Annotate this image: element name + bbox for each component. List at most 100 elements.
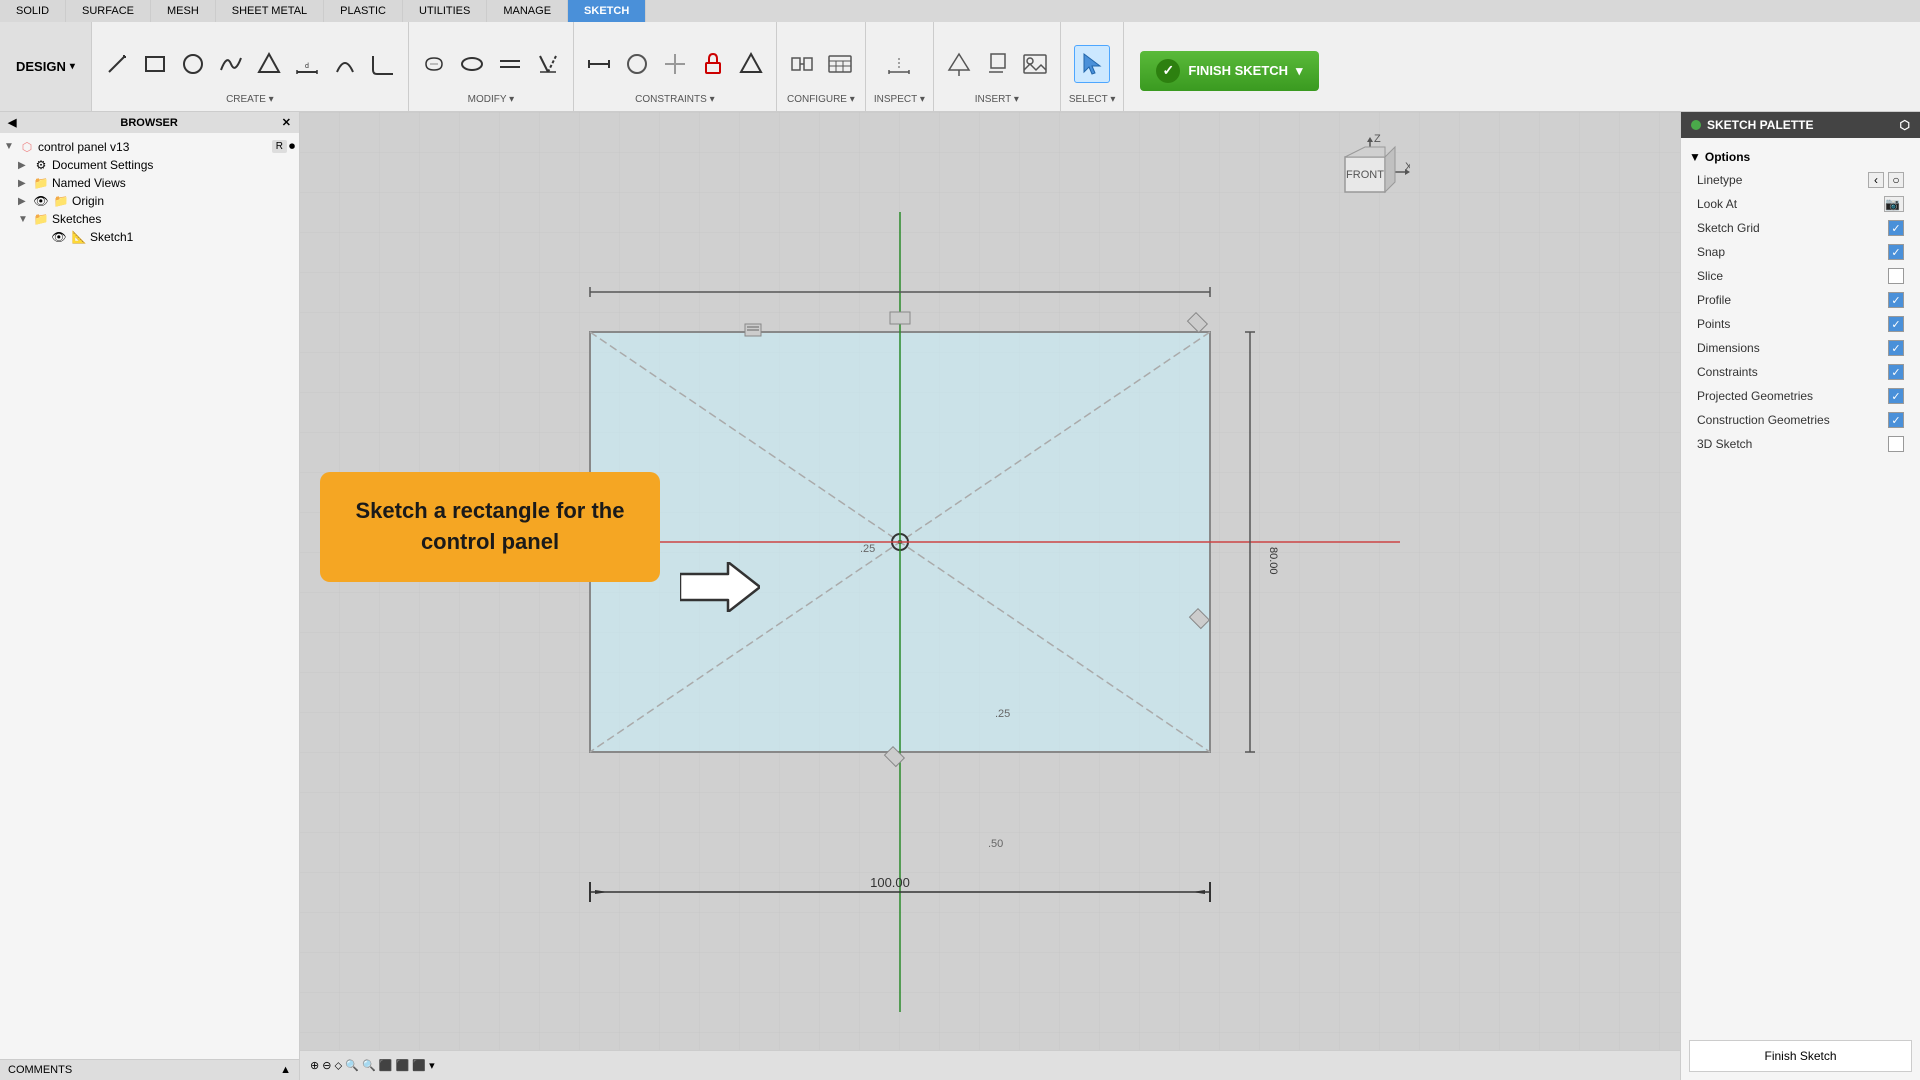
tooltip-text: Sketch a rectangle for the control panel [340,496,640,558]
origin-icon: 👁 [32,194,50,208]
configure-icon1[interactable] [785,46,819,82]
linetype-btn1[interactable]: ‹ [1868,172,1884,188]
tooltip-arrow-icon [680,562,760,624]
tab-plastic[interactable]: PLASTIC [324,0,403,22]
rectangle-tool[interactable] [138,46,172,82]
component-icon: ⬡ [18,140,36,154]
insert-icon2[interactable] [980,46,1014,82]
insert-icon1[interactable] [942,46,976,82]
horizontal-constraint[interactable] [582,46,616,82]
tree-label-sketch1: Sketch1 [90,230,295,244]
browser-icon: ◀ [8,116,16,129]
equal-tool[interactable] [493,46,527,82]
dimension-tool[interactable]: d [290,46,324,82]
construction-geo-checkbox[interactable] [1888,412,1904,428]
design-chevron: ▾ [70,61,75,72]
tab-utilities[interactable]: UTILITIES [403,0,487,22]
palette-projected-geo: Projected Geometries [1689,384,1912,408]
polygon-tool[interactable] [252,46,286,82]
tab-mesh[interactable]: MESH [151,0,216,22]
linetype-label: Linetype [1697,173,1742,187]
circle-tool[interactable] [176,46,210,82]
sketch-grid-checkbox[interactable] [1888,220,1904,236]
finish-sketch-palette-button[interactable]: Finish Sketch [1689,1040,1912,1072]
tree-label-sketches: Sketches [52,212,295,226]
tab-surface[interactable]: SURFACE [66,0,151,22]
browser-item-doc-settings[interactable]: ▶ ⚙ Document Settings [0,156,299,174]
lock-constraint[interactable] [696,46,730,82]
vertical-constraint[interactable] [620,46,654,82]
svg-text:d: d [305,63,309,70]
browser-collapse[interactable]: ✕ [282,116,291,129]
snap-checkbox[interactable] [1888,244,1904,260]
palette-title: SKETCH PALETTE [1707,118,1813,132]
tab-solid[interactable]: SOLID [0,0,66,22]
palette-slice: Slice [1689,264,1912,288]
palette-content: ▼ Options Linetype ‹ ○ Look At 📷 [1681,138,1920,1032]
configure-label[interactable]: CONFIGURE ▾ [787,94,855,107]
spline-tool[interactable] [214,46,248,82]
palette-circle-icon [1691,120,1701,130]
slot-tool[interactable] [417,46,451,82]
inspect-icons [882,26,916,94]
browser-item-root[interactable]: ▼ ⬡ control panel v13 R ⏺ [0,137,299,156]
browser-item-origin[interactable]: ▶ 👁 📁 Origin [0,192,299,210]
profile-checkbox[interactable] [1888,292,1904,308]
comments-label: COMMENTS [8,1064,72,1076]
view-cube[interactable]: Z X FRONT [1330,132,1410,212]
tangent-constraint[interactable] [734,46,768,82]
create-label[interactable]: CREATE ▾ [226,94,274,107]
ellipse-tool[interactable] [455,46,489,82]
inspect-icon1[interactable] [882,46,916,82]
finish-check-icon: ✓ [1156,59,1180,83]
points-label: Points [1697,317,1730,331]
select-icon[interactable] [1074,45,1110,83]
slice-label: Slice [1697,269,1723,283]
configure-icon2[interactable] [823,46,857,82]
design-button[interactable]: DESIGN ▾ [0,22,92,111]
3d-sketch-checkbox[interactable] [1888,436,1904,452]
tab-sheet-metal[interactable]: SHEET METAL [216,0,324,22]
browser-item-sketches[interactable]: ▼ 📁 Sketches [0,210,299,228]
browser-label: BROWSER [120,117,177,129]
mirror-tool[interactable] [531,46,565,82]
palette-options-header[interactable]: ▼ Options [1689,146,1912,168]
constraints-checkbox[interactable] [1888,364,1904,380]
linetype-controls: ‹ ○ [1868,172,1904,188]
browser-item-named-views[interactable]: ▶ 📁 Named Views [0,174,299,192]
toolbar-configure: CONFIGURE ▾ [777,22,866,111]
tree-arrow-sketches: ▼ [18,214,32,225]
3d-sketch-label: 3D Sketch [1697,437,1752,451]
snap-label: Snap [1697,245,1725,259]
slice-checkbox[interactable] [1888,268,1904,284]
select-label[interactable]: SELECT ▾ [1069,94,1116,107]
projected-geo-checkbox[interactable] [1888,388,1904,404]
browser-footer: COMMENTS ▲ [0,1059,299,1080]
comments-expand[interactable]: ▲ [280,1064,291,1076]
tab-manage[interactable]: MANAGE [487,0,568,22]
status-icons: ⊕ ⊖ ⬦ 🔍 🔍 ⬛ ⬛ ⬛ ▾ [310,1059,435,1073]
finish-sketch-icons: ✓ FINISH SKETCH ▾ [1140,26,1318,107]
inspect-label[interactable]: INSPECT ▾ [874,94,925,107]
finish-sketch-button[interactable]: ✓ FINISH SKETCH ▾ [1140,51,1318,91]
modify-label[interactable]: MODIFY ▾ [468,94,515,107]
points-checkbox[interactable] [1888,316,1904,332]
arc-tool[interactable] [328,46,362,82]
line-tool[interactable] [100,46,134,82]
browser-header: ◀ BROWSER ✕ [0,112,299,133]
browser-panel: ◀ BROWSER ✕ ▼ ⬡ control panel v13 R ⏺ ▶ … [0,112,300,1080]
fillet-tool[interactable] [366,46,400,82]
toolbar-select: SELECT ▾ [1061,22,1125,111]
browser-item-sketch1[interactable]: 👁 📐 Sketch1 [0,228,299,246]
constraints-label[interactable]: CONSTRAINTS ▾ [635,94,714,107]
insert-image[interactable] [1018,46,1052,82]
dimensions-checkbox[interactable] [1888,340,1904,356]
linetype-btn2[interactable]: ○ [1888,172,1904,188]
options-label: Options [1705,150,1750,164]
tab-sketch[interactable]: SKETCH [568,0,646,22]
insert-label[interactable]: INSERT ▾ [975,94,1019,107]
canvas-area[interactable]: 80.00 100.00 .25 .50 .25 .50 Sketch a re… [300,112,1680,1080]
palette-expand[interactable]: ⬡ [1900,118,1910,132]
look-at-btn[interactable]: 📷 [1884,196,1904,212]
coincident-constraint[interactable] [658,46,692,82]
